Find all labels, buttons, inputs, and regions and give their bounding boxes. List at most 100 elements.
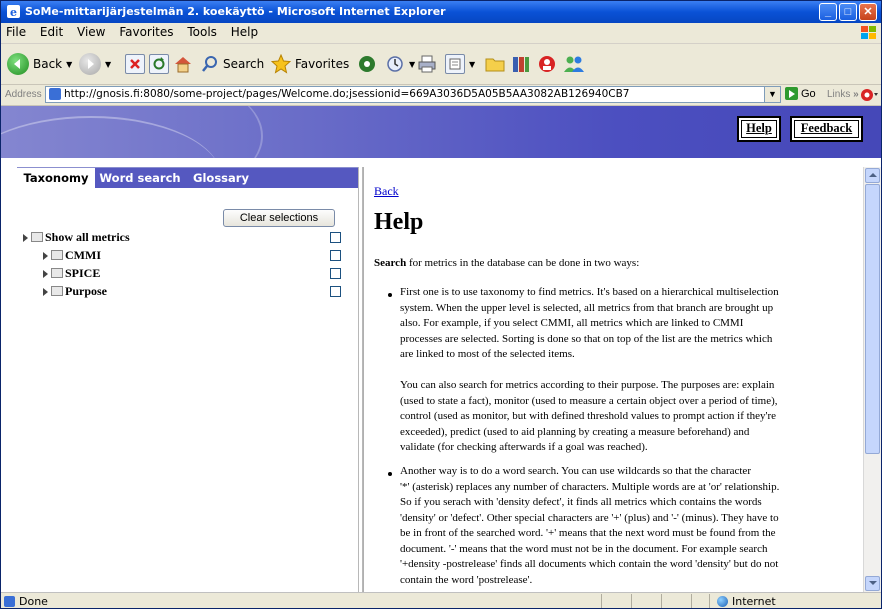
ie-logo-icon: e xyxy=(7,5,20,18)
browser-window: e SoMe-mittarijärjestelmän 2. koekäyttö … xyxy=(0,0,882,609)
menu-help[interactable]: Help xyxy=(226,23,263,39)
forward-button[interactable]: ▼ xyxy=(79,52,111,76)
forward-arrow-icon xyxy=(79,53,101,75)
tree-label: CMMI xyxy=(65,248,101,262)
tree-label: Show all metrics xyxy=(45,230,130,244)
address-dropdown-button[interactable]: ▼ xyxy=(765,86,781,103)
feedback-nav-button[interactable]: Feedback xyxy=(790,116,863,142)
folder-icon xyxy=(31,232,43,243)
back-link[interactable]: Back xyxy=(374,184,399,199)
text-line: '+density -postrelease' finds all docume… xyxy=(400,558,779,570)
text-line: (used to state a fact), monitor (used to… xyxy=(400,394,778,407)
links-chevron: » xyxy=(853,89,859,100)
go-label: Go xyxy=(801,87,816,100)
bullet-marker xyxy=(388,472,392,476)
tree-item-purpose[interactable]: Purpose xyxy=(43,284,107,298)
links-toolbar[interactable]: Links » xyxy=(827,89,859,100)
search-button[interactable]: Search xyxy=(201,52,264,76)
tree-item-cmmi[interactable]: CMMI xyxy=(43,248,101,262)
scroll-down-button[interactable] xyxy=(865,576,880,591)
vertical-scrollbar[interactable] xyxy=(863,167,881,592)
checkbox-cmmi[interactable] xyxy=(330,250,341,261)
address-input[interactable]: http://gnosis.fi:8080/some-project/pages… xyxy=(45,86,765,103)
status-bar: Done Internet xyxy=(1,592,881,608)
page-title: Help xyxy=(374,209,424,235)
messenger-button[interactable] xyxy=(537,52,557,76)
tab-glossary[interactable]: Glossary xyxy=(185,168,257,188)
tree-item-spice[interactable]: SPICE xyxy=(43,266,100,280)
text-line: First one is to use taxonomy to find met… xyxy=(400,286,779,298)
address-url: http://gnosis.fi:8080/some-project/pages… xyxy=(64,88,630,100)
favorites-label: Favorites xyxy=(295,57,350,71)
back-label: Back xyxy=(33,57,63,71)
scroll-thumb[interactable] xyxy=(865,184,880,454)
back-button[interactable]: Back ▼ xyxy=(7,52,72,76)
media-button[interactable] xyxy=(357,52,377,76)
menu-file[interactable]: File xyxy=(1,23,31,39)
tab-bar: Taxonomy Word search Glossary xyxy=(17,168,358,188)
search-label: Search xyxy=(223,57,265,71)
help-nav-button[interactable]: Help xyxy=(737,116,781,142)
intro-paragraph: Search for metrics in the database can b… xyxy=(374,256,639,272)
go-button[interactable]: Go xyxy=(785,87,816,100)
text-line: are linked to most of the selected items… xyxy=(400,348,575,360)
tree-item-show-all[interactable]: Show all metrics xyxy=(23,230,130,244)
page-icon xyxy=(49,88,61,100)
books-icon xyxy=(513,57,529,72)
clear-selections-button[interactable]: Clear selections xyxy=(223,209,335,227)
page-done-icon xyxy=(4,596,15,607)
close-button[interactable]: ✕ xyxy=(859,3,877,21)
discuss-button[interactable] xyxy=(485,52,505,76)
menu-tools[interactable]: Tools xyxy=(182,23,222,39)
text-line: You can also search for metrics accordin… xyxy=(400,379,775,391)
text-line: be in front of the searched word. '+' me… xyxy=(400,527,776,539)
favorites-button[interactable]: Favorites xyxy=(271,52,349,76)
stop-button[interactable] xyxy=(125,52,145,76)
extension-icon[interactable] xyxy=(859,87,879,103)
scroll-up-button[interactable] xyxy=(865,168,880,183)
left-panel: Taxonomy Word search Glossary Clear sele… xyxy=(17,167,358,593)
home-icon xyxy=(175,57,191,73)
checkbox-spice[interactable] xyxy=(330,268,341,279)
favorites-star-icon xyxy=(271,54,291,74)
back-arrow-icon xyxy=(7,53,29,75)
svg-text:e: e xyxy=(10,6,17,18)
tab-word-search[interactable]: Word search xyxy=(95,168,185,188)
users-icon xyxy=(564,56,584,72)
text-line: 'density' or 'defect'. Other special cha… xyxy=(400,511,779,524)
folder-icon xyxy=(51,250,63,261)
menu-view[interactable]: View xyxy=(72,23,110,39)
edit-button[interactable]: ▼ xyxy=(445,52,475,76)
text-line: control (used as monitor, but with defin… xyxy=(400,410,777,422)
checkbox-purpose[interactable] xyxy=(330,286,341,297)
status-text: Done xyxy=(19,595,48,608)
window-title: SoMe-mittarijärjestelmän 2. koekäyttö - … xyxy=(25,5,446,18)
tab-taxonomy[interactable]: Taxonomy xyxy=(17,168,95,188)
go-arrow-icon xyxy=(785,87,798,100)
media-icon xyxy=(359,56,375,72)
title-bar[interactable]: e SoMe-mittarijärjestelmän 2. koekäyttö … xyxy=(1,1,881,23)
users-button[interactable] xyxy=(563,52,585,76)
checkbox-show-all[interactable] xyxy=(330,232,341,243)
text-line: validate (for checking afterwards if a g… xyxy=(400,441,648,453)
minimize-button[interactable]: _ xyxy=(819,3,837,21)
print-icon xyxy=(418,55,436,73)
home-button[interactable] xyxy=(173,52,193,76)
folder-icon xyxy=(51,268,63,279)
expand-arrow-icon xyxy=(23,234,28,243)
menu-edit[interactable]: Edit xyxy=(35,23,68,39)
stop-icon xyxy=(125,54,145,74)
history-button[interactable]: ▼ xyxy=(385,52,415,76)
menu-favorites[interactable]: Favorites xyxy=(114,23,178,39)
purpose-paragraph: You can also search for metrics accordin… xyxy=(400,378,778,456)
print-button[interactable] xyxy=(417,52,437,76)
address-bar: Address http://gnosis.fi:8080/some-proje… xyxy=(1,85,881,106)
maximize-button[interactable]: □ xyxy=(839,3,857,21)
site-banner: Help Feedback xyxy=(1,106,881,158)
help-content-panel: Back Help Search for metrics in the data… xyxy=(363,167,864,592)
search-icon xyxy=(202,56,217,72)
edit-icon xyxy=(445,54,465,74)
intro-bold: Search xyxy=(374,257,407,269)
research-button[interactable] xyxy=(511,52,531,76)
refresh-button[interactable] xyxy=(149,52,169,76)
